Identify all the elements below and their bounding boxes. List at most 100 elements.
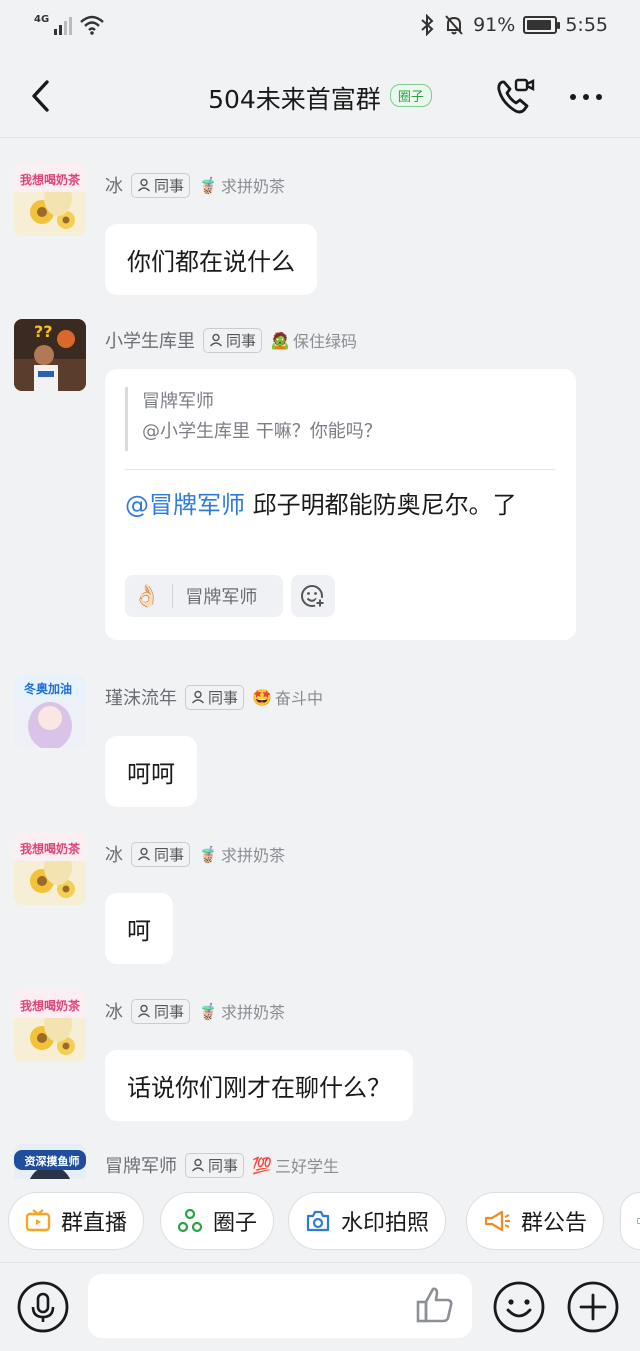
person-icon: [137, 1004, 151, 1018]
battery-percent: 91%: [473, 14, 516, 36]
message-bubble[interactable]: 呵: [105, 893, 173, 964]
reply-text: 邱子明都能防奥尼尔。了: [245, 491, 517, 519]
sender-name[interactable]: 冰: [105, 841, 123, 867]
user-status-text: 求拼奶茶: [220, 846, 285, 865]
more-options-button[interactable]: [564, 82, 608, 112]
add-attachment-button[interactable]: [566, 1280, 620, 1334]
bubble-tea-icon: 🧋: [198, 844, 218, 864]
megaphone-icon: [484, 1210, 510, 1232]
avatar[interactable]: 我想喝奶茶: [14, 833, 86, 905]
quoted-text: @小学生库里 干嘛？你能吗？: [142, 421, 382, 442]
input-bar: [0, 1262, 640, 1351]
voice-input-button[interactable]: [16, 1280, 70, 1334]
page-title: 504未来首富群: [208, 85, 381, 114]
message-bubble[interactable]: 你们都在说什么: [105, 224, 317, 295]
emoji-picker-button[interactable]: [492, 1280, 546, 1334]
mention-link[interactable]: @冒牌军师: [125, 491, 245, 519]
chip-label: 群公告: [521, 1211, 588, 1236]
reaction-user: 冒牌军师: [185, 587, 258, 608]
reply-body: @冒牌军师 邱子明都能防奥尼尔。了: [125, 485, 525, 525]
avatar[interactable]: 我想喝奶茶: [14, 164, 86, 236]
reply-message-card[interactable]: 冒牌军师 @小学生库里 干嘛？你能吗？ @冒牌军师 邱子明都能防奥尼尔。了 👌🏻…: [105, 369, 576, 640]
star-struck-icon: 🤩: [252, 687, 272, 707]
add-reaction-button[interactable]: [291, 575, 335, 617]
camera-icon: [306, 1210, 330, 1232]
avatar-caption-text: 我想喝奶茶: [20, 998, 81, 1013]
chat-header: 504未来首富群 圈子: [0, 56, 640, 138]
message-item: 资深摸鱼师 冒牌军师 同事 💯 三好学生: [14, 1144, 614, 1179]
message-item: 我想喝奶茶 冰 同事 🧋 求拼奶茶 呵: [14, 833, 614, 964]
avatar-caption-text: 我想喝奶茶: [20, 172, 81, 187]
more-chip[interactable]: [620, 1192, 640, 1250]
zombie-icon: 🧟: [270, 330, 290, 350]
role-badge: 同事: [131, 172, 191, 198]
quick-action-bar[interactable]: 群直播 圈子 水印拍照 群公告: [0, 1180, 640, 1262]
announcement-chip[interactable]: 群公告: [466, 1192, 605, 1250]
hundred-points-icon: 💯: [252, 1155, 272, 1175]
battery-fill: [527, 20, 552, 30]
chip-label: 圈子: [213, 1211, 258, 1236]
role-label: 同事: [154, 176, 185, 195]
person-icon: [209, 333, 223, 347]
message-item: 冬奥加油 瑾沫流年 同事 🤩 奋斗中 呵呵: [14, 676, 614, 807]
sender-name[interactable]: 小学生库里: [105, 327, 195, 353]
tv-icon: [25, 1209, 51, 1232]
watermark-camera-chip[interactable]: 水印拍照: [288, 1192, 447, 1250]
sender-name[interactable]: 冰: [105, 172, 123, 198]
avatar-anime-girl-image: 冬奥加油: [14, 676, 86, 748]
message-meta: 冰 同事 🧋 求拼奶茶: [105, 998, 285, 1024]
thumbs-up-icon[interactable]: [414, 1283, 456, 1327]
person-icon: [191, 1158, 205, 1172]
avatar[interactable]: 我想喝奶茶: [14, 990, 86, 1062]
user-status-text: 三好学生: [274, 1157, 339, 1176]
message-bubble[interactable]: 呵呵: [105, 736, 197, 807]
reaction-pill[interactable]: 👌🏻 冒牌军师: [125, 575, 283, 617]
dot-icon: [596, 94, 602, 100]
mute-bell-icon: [445, 15, 463, 35]
sender-name[interactable]: 冒牌军师: [105, 1152, 177, 1178]
bubble-tea-icon: 🧋: [198, 1001, 218, 1021]
avatar[interactable]: 冬奥加油: [14, 676, 86, 748]
avatar-caption-text: 我想喝奶茶: [20, 841, 81, 856]
sender-name[interactable]: 瑾沫流年: [105, 684, 177, 710]
svg-text:??: ??: [34, 322, 53, 341]
user-status-text: 求拼奶茶: [220, 177, 285, 196]
role-label: 同事: [226, 331, 257, 350]
live-stream-chip[interactable]: 群直播: [8, 1192, 145, 1250]
avatar[interactable]: 资深摸鱼师: [14, 1144, 86, 1179]
message-meta: 冰 同事 🧋 求拼奶茶: [105, 841, 285, 867]
avatar-cat-image: 资深摸鱼师: [14, 1144, 86, 1179]
network-type: 4G: [34, 13, 50, 25]
message-list[interactable]: 我想喝奶茶 冰 同事 🧋 求拼奶茶 你们都在说什么 ?? 小学生库里 同事 🧟 …: [0, 139, 640, 1179]
role-label: 同事: [208, 688, 239, 707]
avatar-sunflower-image: 我想喝奶茶: [14, 990, 86, 1062]
status-bar: 4G 91% 5:55: [0, 0, 640, 56]
user-status-text: 保住绿码: [292, 332, 357, 351]
role-label: 同事: [154, 1002, 185, 1021]
sender-name[interactable]: 冰: [105, 998, 123, 1024]
person-icon: [137, 178, 151, 192]
avatar-basketball-image: ??: [14, 319, 86, 391]
signal-icon: [54, 17, 73, 35]
ok-hand-icon: 👌🏻: [133, 583, 161, 609]
video-call-icon[interactable]: [494, 76, 536, 118]
quoted-sender: 冒牌军师: [142, 391, 214, 412]
bubble-tea-icon: 🧋: [198, 175, 218, 195]
message-item: 我想喝奶茶 冰 同事 🧋 求拼奶茶 你们都在说什么: [14, 164, 614, 295]
circle-tag[interactable]: 圈子: [389, 83, 432, 107]
role-label: 同事: [208, 1156, 239, 1175]
message-bubble[interactable]: 话说你们刚才在聊什么？: [105, 1050, 413, 1121]
message-meta: 小学生库里 同事 🧟 保住绿码: [105, 327, 357, 353]
message-meta: 冰 同事 🧋 求拼奶茶: [105, 172, 285, 198]
dot-icon: [583, 94, 589, 100]
circle-chip[interactable]: 圈子: [160, 1192, 275, 1250]
role-badge: 同事: [131, 998, 191, 1024]
person-icon: [137, 847, 151, 861]
circle-nodes-icon: [177, 1208, 203, 1233]
clock: 5:55: [565, 14, 608, 36]
quoted-message[interactable]: 冒牌军师 @小学生库里 干嘛？你能吗？: [125, 387, 555, 451]
battery-icon: [523, 16, 561, 34]
title-wrap: 504未来首富群 圈子: [0, 80, 640, 116]
wifi-icon: [80, 15, 104, 35]
avatar[interactable]: ??: [14, 319, 86, 391]
